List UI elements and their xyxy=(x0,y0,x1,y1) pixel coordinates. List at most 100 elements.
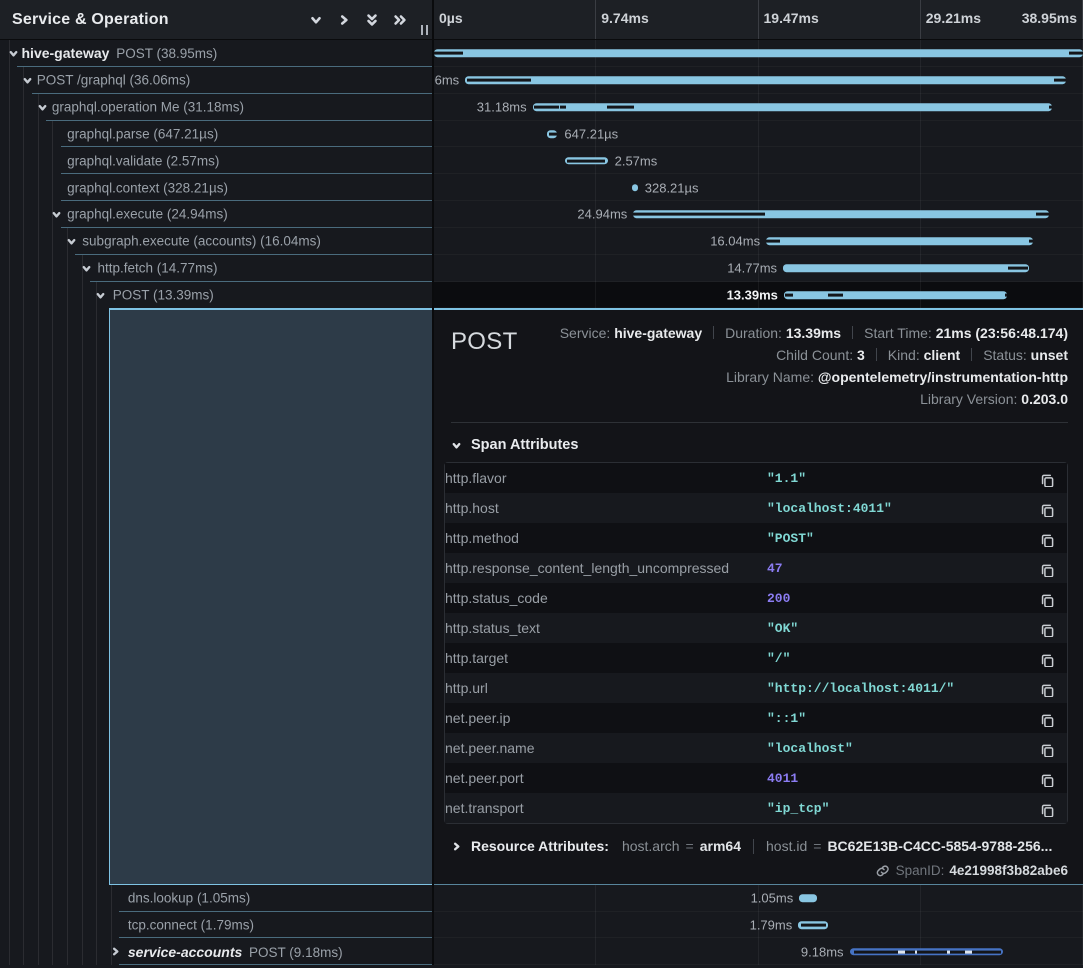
attribute-value: "1.1" xyxy=(767,463,1027,493)
span-timeline-cell[interactable]: 2.57ms xyxy=(434,147,1083,174)
meta-value: client xyxy=(924,347,961,363)
collapse-chevron-down-icon[interactable] xyxy=(94,288,108,302)
copy-icon[interactable] xyxy=(1027,793,1067,823)
span-name-label: graphql.parse (647.21µs) xyxy=(67,126,218,141)
span-duration-bar[interactable] xyxy=(784,291,1007,299)
expand-chevron-right-icon[interactable] xyxy=(108,945,122,959)
span-timeline-cell[interactable]: 1.79ms xyxy=(434,912,1083,939)
attribute-row: net.peer.port4011 xyxy=(445,763,1067,793)
collapse-chevron-down-icon[interactable] xyxy=(79,261,93,275)
span-name-cell[interactable]: hive-gateway POST (38.95ms) xyxy=(0,40,434,67)
span-timeline-cell[interactable]: 1.05ms xyxy=(434,885,1083,912)
attribute-key: http.host xyxy=(445,493,767,523)
critical-path-segment xyxy=(1049,106,1052,109)
span-name-label: POST (13.39ms) xyxy=(113,288,214,303)
chevron-right-icon xyxy=(451,841,462,852)
span-row: service-accounts POST (9.18ms)9.18ms xyxy=(0,938,1083,965)
service-operation-header: Service & Operation xyxy=(0,0,434,39)
copy-icon[interactable] xyxy=(1027,763,1067,793)
span-row: graphql.operation Me (31.18ms)31.18ms xyxy=(0,94,1083,121)
resource-attributes-row[interactable]: Resource Attributes:host.arch=arm64host.… xyxy=(451,838,1068,854)
span-duration-bar[interactable] xyxy=(766,238,1033,246)
attribute-key: http.target xyxy=(445,643,767,673)
attribute-value: 47 xyxy=(767,553,1027,583)
span-detail-indent-block[interactable] xyxy=(109,308,432,884)
span-timeline-cell[interactable]: 9.18ms xyxy=(434,938,1083,965)
span-duration-label: 1.79ms xyxy=(750,918,793,933)
collapse-chevron-down-icon[interactable] xyxy=(6,46,20,60)
span-attributes-toggle[interactable]: Span Attributes xyxy=(451,437,1068,453)
span-name-cell[interactable]: subgraph.execute (accounts) (16.04ms) xyxy=(0,228,434,255)
span-name-cell[interactable]: service-accounts POST (9.18ms) xyxy=(0,938,434,965)
critical-path-segment xyxy=(534,106,559,109)
copy-icon[interactable] xyxy=(1027,463,1067,493)
span-name-cell[interactable]: graphql.validate (2.57ms) xyxy=(0,147,434,174)
span-row: hive-gateway POST (38.95ms) xyxy=(0,40,1083,67)
copy-icon[interactable] xyxy=(1027,583,1067,613)
double-chevron-right-icon[interactable] xyxy=(393,13,407,27)
copy-icon[interactable] xyxy=(1027,523,1067,553)
span-name-cell[interactable]: http.fetch (14.77ms) xyxy=(0,255,434,282)
collapse-chevron-down-icon[interactable] xyxy=(35,100,49,114)
copy-icon[interactable] xyxy=(1027,643,1067,673)
attribute-key: net.peer.ip xyxy=(445,703,767,733)
span-timeline-cell[interactable]: 14.77ms xyxy=(434,255,1083,282)
resource-attributes-title: Resource Attributes: xyxy=(471,838,609,854)
chevron-right-icon[interactable] xyxy=(337,13,351,27)
chevron-down-icon[interactable] xyxy=(309,13,323,27)
span-timeline-cell[interactable]: 36.06ms xyxy=(434,67,1083,94)
span-name-cell[interactable]: POST (13.39ms) xyxy=(0,282,434,309)
span-id-label: SpanID: xyxy=(896,863,945,878)
span-duration-label: 14.77ms xyxy=(727,261,777,276)
meta-label: Start Time: xyxy=(864,325,936,341)
copy-icon[interactable] xyxy=(1027,673,1067,703)
span-duration-bar[interactable] xyxy=(799,894,816,902)
critical-path-segment xyxy=(567,159,605,162)
span-name-cell[interactable]: graphql.execute (24.94ms) xyxy=(0,201,434,228)
ruler-tick-label: 29.21ms xyxy=(926,10,981,26)
span-timeline-cell[interactable]: 647.21µs xyxy=(434,121,1083,148)
span-name-cell[interactable]: dns.lookup (1.05ms) xyxy=(0,885,434,912)
span-name-cell[interactable]: graphql.operation Me (31.18ms) xyxy=(0,94,434,121)
collapse-chevron-down-icon[interactable] xyxy=(50,207,64,221)
span-duration-bar[interactable] xyxy=(632,184,637,192)
meta-value: @opentelemetry/instrumentation-http xyxy=(818,369,1068,385)
span-detail-meta: Service: hive-gatewayDuration: 13.39msSt… xyxy=(518,322,1068,410)
span-name-cell[interactable]: POST /graphql (36.06ms) xyxy=(0,67,434,94)
span-timeline-cell[interactable] xyxy=(434,40,1083,67)
span-attributes-title: Span Attributes xyxy=(471,437,578,453)
span-timeline-cell[interactable]: 16.04ms xyxy=(434,228,1083,255)
critical-path-segment xyxy=(434,52,463,55)
copy-icon[interactable] xyxy=(1027,733,1067,763)
span-name-label: hive-gateway POST (38.95ms) xyxy=(22,45,218,61)
collapse-chevron-down-icon[interactable] xyxy=(21,73,35,87)
span-duration-bar[interactable] xyxy=(465,76,1066,84)
link-icon[interactable] xyxy=(876,864,896,877)
column-resizer-grip[interactable] xyxy=(421,25,428,35)
meta-value: 13.39ms xyxy=(786,325,841,341)
span-timeline-cell[interactable]: 328.21µs xyxy=(434,174,1083,201)
span-name-cell[interactable]: graphql.parse (647.21µs) xyxy=(0,121,434,148)
span-row: graphql.parse (647.21µs) 647.21µs xyxy=(0,121,1083,148)
attribute-key: net.peer.port xyxy=(445,763,767,793)
collapse-chevron-down-icon[interactable] xyxy=(64,234,78,248)
span-row: graphql.execute (24.94ms)24.94ms xyxy=(0,201,1083,228)
ruler-tick xyxy=(595,0,596,39)
span-timeline-cell[interactable]: 13.39ms xyxy=(434,282,1083,309)
span-duration-label: 1.05ms xyxy=(751,891,794,906)
double-chevron-down-icon[interactable] xyxy=(365,13,379,27)
span-row: dns.lookup (1.05ms) 1.05ms xyxy=(0,885,1083,912)
copy-icon[interactable] xyxy=(1027,613,1067,643)
span-name-cell[interactable]: graphql.context (328.21µs) xyxy=(0,174,434,201)
attribute-value: 200 xyxy=(767,583,1027,613)
copy-icon[interactable] xyxy=(1027,493,1067,523)
span-timeline-cell[interactable]: 24.94ms xyxy=(434,201,1083,228)
copy-icon[interactable] xyxy=(1027,703,1067,733)
copy-icon[interactable] xyxy=(1027,553,1067,583)
span-duration-bar[interactable] xyxy=(783,264,1029,272)
span-name-label: POST /graphql (36.06ms) xyxy=(37,73,191,88)
span-timeline-cell[interactable]: 31.18ms xyxy=(434,94,1083,121)
span-duration-bar[interactable] xyxy=(434,50,1083,58)
span-name-cell[interactable]: tcp.connect (1.79ms) xyxy=(0,912,434,939)
ruler-tick-label: 9.74ms xyxy=(601,10,648,26)
